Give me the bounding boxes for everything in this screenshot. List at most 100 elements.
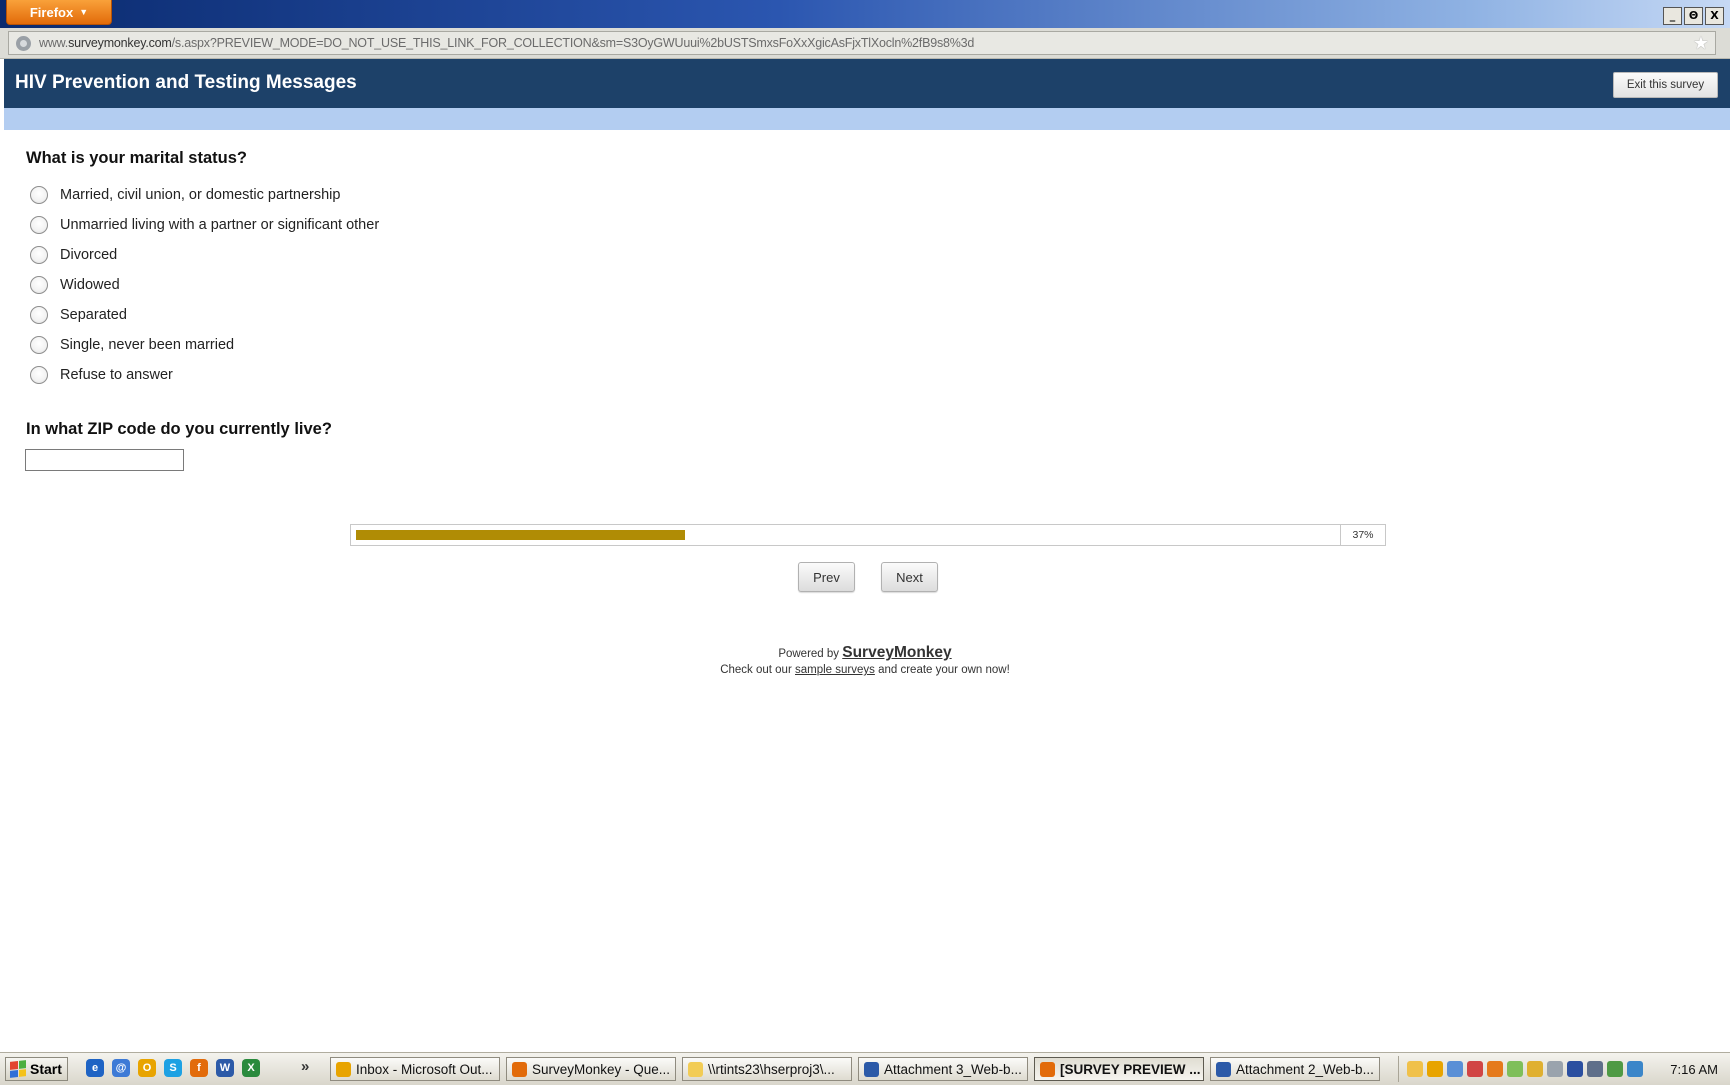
option-label[interactable]: Single, never been married — [60, 337, 234, 353]
firefox-icon — [1040, 1061, 1055, 1077]
site-identity-icon[interactable] — [16, 35, 31, 51]
radio-button[interactable] — [30, 336, 48, 354]
antivirus-icon[interactable] — [1567, 1061, 1583, 1077]
start-label: Start — [30, 1061, 62, 1077]
taskbar-window-label: [SURVEY PREVIEW ... — [1060, 1061, 1201, 1077]
option-refuse[interactable]: Refuse to answer — [30, 360, 379, 390]
url-path: /s.aspx?PREVIEW_MODE=DO_NOT_USE_THIS_LIN… — [171, 36, 975, 50]
radio-button[interactable] — [30, 216, 48, 234]
progress-track — [356, 530, 1341, 540]
tools-icon[interactable] — [1607, 1061, 1623, 1077]
address-bar[interactable]: www.surveymonkey.com/s.aspx?PREVIEW_MODE… — [8, 31, 1716, 55]
checkout-line: Check out our sample surveys and create … — [0, 664, 1730, 676]
prev-button[interactable]: Prev — [798, 562, 855, 592]
option-unmarried-partner[interactable]: Unmarried living with a partner or signi… — [30, 210, 379, 240]
quick-launch-overflow-button[interactable]: » — [301, 1058, 309, 1075]
checkout-pre-text: Check out our — [720, 664, 792, 676]
option-label[interactable]: Divorced — [60, 247, 117, 263]
sample-surveys-link[interactable]: sample surveys — [795, 664, 875, 676]
survey-title: HIV Prevention and Testing Messages — [15, 72, 357, 93]
progress-bar: 37% — [350, 524, 1386, 546]
taskbar-window-button[interactable]: Attachment 2_Web-b... — [1210, 1057, 1380, 1081]
close-window-button[interactable]: X — [1705, 7, 1724, 25]
window-controls: _ Θ X — [1663, 7, 1724, 25]
firefox-menu-label: Firefox — [29, 4, 74, 20]
word-icon — [1216, 1061, 1231, 1077]
browser-titlebar: Firefox ▼ _ Θ X — [0, 0, 1730, 28]
windows-logo-icon — [10, 1060, 26, 1078]
checkout-post-text: and create your own now! — [878, 664, 1010, 676]
exit-survey-button[interactable]: Exit this survey — [1613, 72, 1718, 98]
outlook-icon[interactable]: O — [138, 1059, 156, 1077]
powered-by-text: Powered by — [778, 648, 840, 660]
url-host-prefix: www. — [39, 36, 69, 50]
folder-icon — [688, 1061, 703, 1077]
taskbar-window-label: Inbox - Microsoft Out... — [356, 1061, 493, 1077]
skype-icon[interactable]: S — [164, 1059, 182, 1077]
option-label[interactable]: Refuse to answer — [60, 367, 173, 383]
option-single[interactable]: Single, never been married — [30, 330, 379, 360]
option-separated[interactable]: Separated — [30, 300, 379, 330]
zip-code-input[interactable] — [25, 449, 184, 471]
users-icon[interactable] — [1627, 1061, 1643, 1077]
option-divorced[interactable]: Divorced — [30, 240, 379, 270]
lock-icon[interactable] — [1527, 1061, 1543, 1077]
taskbar-window-label: Attachment 3_Web-b... — [884, 1061, 1022, 1077]
firefox-icon — [512, 1061, 527, 1077]
radio-button[interactable] — [30, 186, 48, 204]
restore-button[interactable]: Θ — [1684, 7, 1703, 25]
wireless-icon[interactable] — [1547, 1061, 1563, 1077]
option-label[interactable]: Separated — [60, 307, 127, 323]
option-label[interactable]: Married, civil union, or domestic partne… — [60, 187, 340, 203]
firefox-icon[interactable]: f — [190, 1059, 208, 1077]
volume-icon[interactable] — [1447, 1061, 1463, 1077]
surveymonkey-link[interactable]: SurveyMonkey — [842, 644, 951, 661]
taskbar-window-label: \\rtints23\hserproj3\... — [708, 1061, 835, 1077]
radio-button[interactable] — [30, 246, 48, 264]
monitor-icon[interactable] — [1587, 1061, 1603, 1077]
radio-button[interactable] — [30, 366, 48, 384]
option-widowed[interactable]: Widowed — [30, 270, 379, 300]
next-button[interactable]: Next — [881, 562, 938, 592]
taskbar-window-button[interactable]: SurveyMonkey - Que... — [506, 1057, 676, 1081]
taskbar-window-label: Attachment 2_Web-b... — [1236, 1061, 1374, 1077]
word-icon[interactable]: W — [216, 1059, 234, 1077]
url-text[interactable]: www.surveymonkey.com/s.aspx?PREVIEW_MODE… — [39, 36, 974, 50]
url-host: surveymonkey.com — [68, 36, 172, 50]
display-icon[interactable] — [1507, 1061, 1523, 1077]
option-label[interactable]: Widowed — [60, 277, 120, 293]
taskbar-window-button[interactable]: [SURVEY PREVIEW ... — [1034, 1057, 1204, 1081]
taskbar-window-button[interactable]: Attachment 3_Web-b... — [858, 1057, 1028, 1081]
progress-fill — [356, 530, 686, 540]
outlook-tray-icon[interactable] — [1427, 1061, 1443, 1077]
outlook-icon — [336, 1061, 351, 1077]
clock: 7:16 AM — [1670, 1061, 1718, 1077]
excel-icon[interactable]: X — [242, 1059, 260, 1077]
quick-launch-bar: e @ O Sf W X — [86, 1059, 260, 1077]
marital-status-options: Married, civil union, or domestic partne… — [30, 180, 379, 390]
taskbar-window-button[interactable]: Inbox - Microsoft Out... — [330, 1057, 500, 1081]
outlook-express-icon[interactable]: @ — [112, 1059, 130, 1077]
taskbar-window-label: SurveyMonkey - Que... — [532, 1061, 671, 1077]
navigation-bar: www.surveymonkey.com/s.aspx?PREVIEW_MODE… — [0, 28, 1730, 59]
bookmark-star-icon[interactable]: ★ — [1693, 33, 1709, 54]
survey-header: HIV Prevention and Testing Messages Exit… — [4, 59, 1730, 108]
start-button[interactable]: Start — [5, 1057, 68, 1081]
radio-button[interactable] — [30, 276, 48, 294]
firefox-menu-button[interactable]: Firefox ▼ — [6, 0, 112, 25]
ie-icon[interactable]: e — [86, 1059, 104, 1077]
option-label[interactable]: Unmarried living with a partner or signi… — [60, 217, 379, 233]
taskbar-window-button[interactable]: \\rtints23\hserproj3\... — [682, 1057, 852, 1081]
question-marital-status: What is your marital status? — [26, 149, 247, 167]
option-married[interactable]: Married, civil union, or domestic partne… — [30, 180, 379, 210]
network-error-icon[interactable] — [1467, 1061, 1483, 1077]
minimize-button[interactable]: _ — [1663, 7, 1682, 25]
chevron-down-icon: ▼ — [79, 7, 89, 17]
word-icon — [864, 1061, 879, 1077]
progress-percent: 37% — [1340, 525, 1385, 545]
mail-icon[interactable] — [1407, 1061, 1423, 1077]
question-zip-code: In what ZIP code do you currently live? — [26, 420, 332, 438]
update-icon[interactable] — [1487, 1061, 1503, 1077]
radio-button[interactable] — [30, 306, 48, 324]
powered-by: Powered by SurveyMonkey — [0, 644, 1730, 662]
